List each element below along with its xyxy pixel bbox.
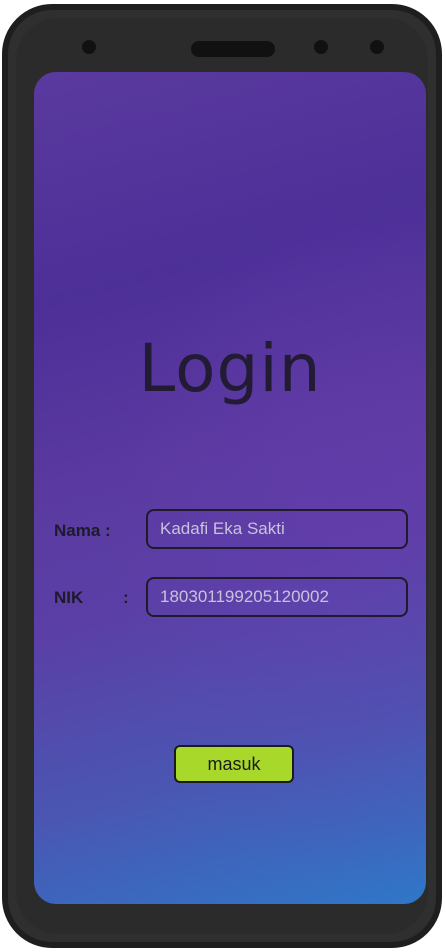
front-camera-icon [82,40,96,54]
nama-label: Nama : [54,521,111,540]
nama-input[interactable]: Kadafi Eka Sakti [146,509,408,549]
app-screen: Login Nama : Kadafi Eka Sakti NIK : 1803… [34,72,426,904]
phone-frame: Login Nama : Kadafi Eka Sakti NIK : 1803… [2,4,442,948]
nik-input[interactable]: 180301199205120002 [146,577,408,617]
sensor-dot-icon [314,40,328,54]
sensor-dot-icon [370,40,384,54]
nik-separator: : [123,588,129,607]
earpiece-speaker [191,41,275,57]
page-title: Login [138,330,322,407]
nik-label: NIK [54,588,84,607]
masuk-button[interactable]: masuk [174,745,294,783]
